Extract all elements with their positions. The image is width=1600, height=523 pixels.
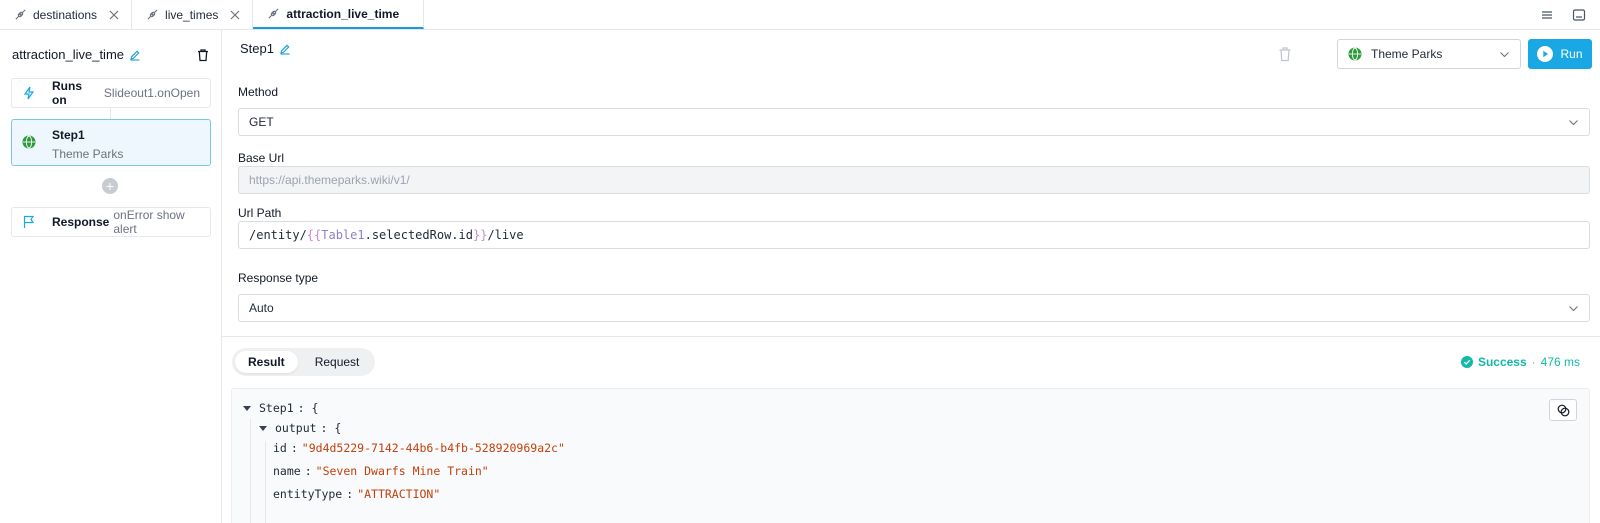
leaf-key: entityType <box>273 487 343 501</box>
chevron-down-icon <box>1499 49 1510 60</box>
leaf-colon: : <box>290 441 298 455</box>
tab-request[interactable]: Request <box>302 351 373 373</box>
tab-result[interactable]: Result <box>235 351 298 373</box>
caret-down-icon[interactable] <box>243 405 251 411</box>
caret-down-icon[interactable] <box>259 425 267 431</box>
step-card[interactable]: Step1 Theme Parks <box>11 119 211 166</box>
node-brace: : { <box>297 401 319 415</box>
copy-icon <box>1557 404 1570 417</box>
tab-attraction-live-time[interactable]: attraction_live_time <box>253 0 425 29</box>
check-circle-icon <box>1460 356 1473 368</box>
result-viewer: Step1 : { output : { id : "9d4d5229-7142… <box>231 388 1590 523</box>
method-select[interactable]: GET <box>238 108 1590 136</box>
runs-on-trigger[interactable]: Runs on Slideout1.onOpen <box>11 78 211 108</box>
tab-label: live_times <box>165 7 219 22</box>
pencil-icon[interactable] <box>279 43 291 55</box>
tree-guide <box>265 441 266 523</box>
tab-label: attraction_live_time <box>286 6 400 21</box>
trash-icon[interactable] <box>1278 46 1292 62</box>
template-variable-path: .selectedRow.id <box>364 228 473 242</box>
leaf-colon: : <box>346 487 354 501</box>
response-type-select[interactable]: Auto <box>238 294 1590 322</box>
api-connector-icon <box>14 8 27 21</box>
leaf-key: id <box>273 441 287 455</box>
leaf-value: "Seven Dwarfs Mine Train" <box>315 464 489 478</box>
globe-icon <box>22 135 36 149</box>
flag-icon <box>22 215 36 229</box>
close-icon[interactable] <box>230 10 240 20</box>
add-step-button[interactable]: + <box>102 178 118 194</box>
run-button[interactable]: Run <box>1528 39 1592 69</box>
step-name: Step1 <box>52 128 85 142</box>
method-label: Method <box>238 85 279 99</box>
tab-label: destinations <box>33 7 98 22</box>
node-key: Step1 <box>259 401 294 415</box>
leaf-key: name <box>273 464 301 478</box>
method-value: GET <box>249 115 274 129</box>
globe-icon <box>1348 47 1362 61</box>
leaf-value: "9d4d5229-7142-44b6-b4fb-528920969a2c" <box>301 441 565 455</box>
tab-live-times[interactable]: live_times <box>132 0 254 29</box>
resource-select[interactable]: Theme Parks <box>1337 39 1521 69</box>
tree-leaf: entityType : "ATTRACTION" <box>273 487 440 501</box>
query-sidebar: attraction_live_time Runs on Slideout1.o… <box>0 30 222 523</box>
status-text: Success <box>1477 355 1527 369</box>
query-header: attraction_live_time <box>12 47 210 62</box>
tree-node-output[interactable]: output : { <box>259 421 341 435</box>
status-separator: · <box>1531 355 1536 369</box>
api-connector-icon <box>146 8 159 21</box>
tabbar-actions <box>1540 0 1600 29</box>
template-close-brace: }} <box>472 228 488 242</box>
section-divider <box>222 336 1600 337</box>
lightning-icon <box>22 86 36 100</box>
chevron-down-icon <box>1568 117 1579 128</box>
panel-icon[interactable] <box>1572 8 1586 22</box>
url-path-suffix: /live <box>487 228 524 242</box>
step-resource: Theme Parks <box>52 147 124 161</box>
menu-icon[interactable] <box>1540 8 1554 22</box>
url-path-label: Url Path <box>238 206 282 220</box>
status-indicator: Success · 476 ms <box>1460 355 1580 369</box>
response-type-value: Auto <box>249 301 274 315</box>
play-icon <box>1537 46 1554 62</box>
query-title: attraction_live_time <box>12 47 124 62</box>
node-key: output <box>275 421 317 435</box>
response-handler[interactable]: Response onError show alert <box>11 207 211 237</box>
base-url-field: https://api.themeparks.wiki/v1/ <box>238 166 1590 194</box>
leaf-colon: : <box>304 464 312 478</box>
runs-on-label: Runs on <box>52 79 82 107</box>
runs-on-value: Slideout1.onOpen <box>103 86 200 100</box>
tree-node-root[interactable]: Step1 : { <box>243 401 318 415</box>
base-url-label: Base Url <box>238 151 285 165</box>
step-title: Step1 <box>240 41 274 56</box>
result-tabs: Result Request <box>232 348 376 376</box>
chevron-down-icon <box>1568 303 1579 314</box>
trash-icon[interactable] <box>196 48 210 62</box>
flow-connector <box>110 108 111 119</box>
tab-destinations[interactable]: destinations <box>0 0 133 29</box>
url-path-prefix: /entity/ <box>249 228 307 242</box>
pencil-icon[interactable] <box>129 49 141 61</box>
step-header: Step1 <box>240 41 291 56</box>
template-open-brace: {{ <box>306 228 322 242</box>
step-editor: Step1 Theme Parks Run Method GET Base Ur… <box>222 30 1600 523</box>
tree-guide <box>250 419 251 523</box>
tree-leaf: id : "9d4d5229-7142-44b6-b4fb-528920969a… <box>273 441 565 455</box>
tree-leaf: name : "Seven Dwarfs Mine Train" <box>273 464 489 478</box>
node-brace: : { <box>320 421 342 435</box>
leaf-value: "ATTRACTION" <box>357 487 441 501</box>
resource-value: Theme Parks <box>1371 47 1443 61</box>
run-label: Run <box>1560 47 1583 61</box>
response-time: 476 ms <box>1540 355 1580 369</box>
base-url-value: https://api.themeparks.wiki/v1/ <box>249 173 410 187</box>
tab-bar: destinations live_times attraction_live_… <box>0 0 1600 30</box>
copy-button[interactable] <box>1549 399 1577 421</box>
response-value: onError show alert <box>113 208 185 236</box>
url-path-input[interactable]: /entity/{{Table1 .selectedRow.id}}/live <box>238 221 1590 249</box>
response-label: Response <box>52 215 110 229</box>
template-variable: Table1 <box>321 228 365 242</box>
api-connector-icon <box>267 7 280 20</box>
close-icon[interactable] <box>109 10 119 20</box>
response-type-label: Response type <box>238 271 319 285</box>
